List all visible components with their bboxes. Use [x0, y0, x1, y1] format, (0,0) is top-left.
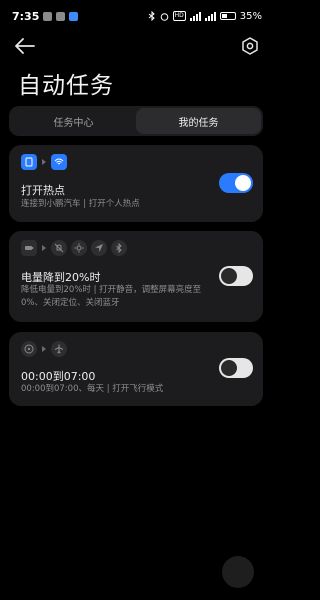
top-bar	[0, 34, 272, 58]
status-bar: 7:35 HD 35%	[0, 0, 272, 32]
task-toggle-off[interactable]	[219, 266, 253, 286]
bluetooth-status-icon	[148, 11, 155, 21]
settings-gear-icon[interactable]	[240, 36, 260, 56]
battery-percent: 35%	[239, 10, 262, 22]
task-card-low-battery[interactable]: 电量降到20%时 降低电量到20%时 | 打开静音，调整屏幕亮度至0%、关闭定位…	[9, 231, 263, 322]
phone-app-icon	[21, 154, 37, 170]
task-toggle-off[interactable]	[219, 358, 253, 378]
battery-icon	[21, 240, 37, 256]
task-card-hotspot[interactable]: 打开热点 连接到小鹏汽车 | 打开个人热点	[9, 145, 263, 222]
notification-app-icon	[43, 11, 53, 21]
floating-button[interactable]	[222, 556, 254, 588]
chevron-right-icon	[42, 245, 46, 251]
task-description: 降低电量到20%时 | 打开静音，调整屏幕亮度至0%、关闭定位、关闭蓝牙	[21, 285, 202, 308]
battery-status-icon	[219, 12, 236, 20]
bluetooth-icon	[111, 240, 127, 256]
brightness-icon	[71, 240, 87, 256]
location-icon	[91, 240, 107, 256]
mute-icon	[51, 240, 67, 256]
page-title: 自动任务	[18, 73, 114, 99]
back-arrow-icon[interactable]	[14, 36, 36, 56]
task-title: 00:00到07:00	[21, 370, 96, 383]
toggle-knob	[221, 360, 237, 376]
task-icon-row	[21, 154, 67, 170]
notification-mail-icon	[56, 11, 66, 21]
task-title: 打开热点	[21, 184, 65, 197]
toggle-knob	[235, 175, 251, 191]
signal-icon	[189, 11, 201, 21]
task-description: 连接到小鹏汽车 | 打开个人热点	[21, 199, 140, 209]
alarm-status-icon	[160, 12, 168, 21]
status-bar-left: 7:35	[12, 9, 79, 23]
task-tabs: 任务中心 我的任务	[9, 106, 263, 136]
tab-my-tasks[interactable]: 我的任务	[136, 108, 261, 134]
task-toggle-on[interactable]	[219, 173, 253, 193]
task-icon-row	[21, 341, 67, 357]
task-card-night-airplane[interactable]: 00:00到07:00 00:00到07:00、每天 | 打开飞行模式	[9, 332, 263, 406]
clock-icon	[21, 341, 37, 357]
task-icon-row	[21, 240, 127, 256]
chevron-right-icon	[42, 346, 46, 352]
airplane-icon	[51, 341, 67, 357]
wifi-hotspot-icon	[51, 154, 67, 170]
task-title: 电量降到20%时	[21, 271, 101, 284]
chevron-right-icon	[42, 159, 46, 165]
status-bar-right: HD 35%	[148, 11, 262, 22]
toggle-knob	[221, 268, 237, 284]
status-time: 7:35	[12, 9, 40, 23]
task-description: 00:00到07:00、每天 | 打开飞行模式	[21, 384, 164, 394]
signal-icon-2	[204, 11, 216, 21]
hd-badge: HD	[172, 11, 186, 21]
notification-app-icon-blue	[69, 11, 79, 21]
tab-task-center[interactable]: 任务中心	[11, 108, 136, 134]
